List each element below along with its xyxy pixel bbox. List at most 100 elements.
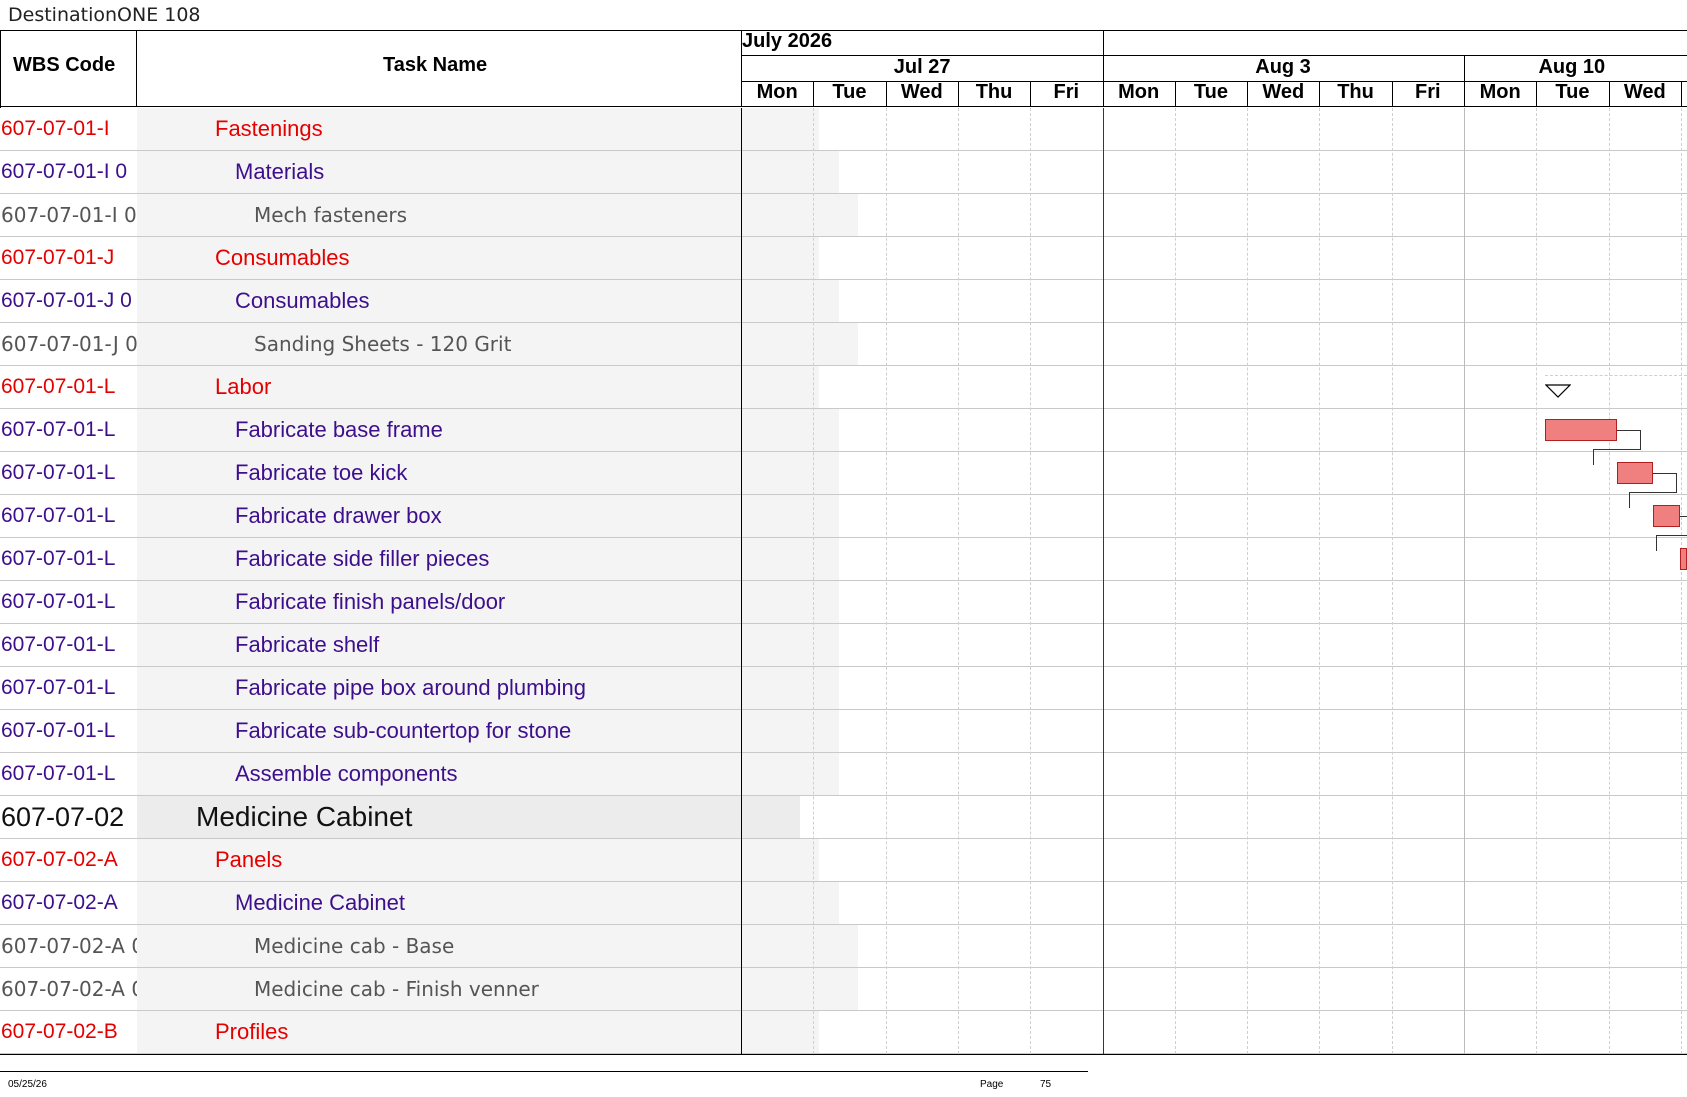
task-name-cell: Panels — [137, 839, 819, 881]
table-row[interactable]: 607-07-01-L Assemble components — [0, 753, 1687, 796]
wbs-code-cell: 607-07-01-L — [0, 710, 138, 752]
day-label: Tue — [1193, 81, 1228, 103]
day-gridline — [957, 108, 959, 1054]
footer-page-label: Page — [980, 1079, 1004, 1090]
task-name-cell: Profiles — [137, 1011, 819, 1053]
task-name-cell: Fabricate side filler pieces — [137, 538, 839, 580]
footer-rule — [0, 1071, 1088, 1072]
task-name-cell: Assemble components — [137, 753, 839, 795]
table-row[interactable]: 607-07-01-J Consumables — [0, 237, 1687, 280]
table-row[interactable]: 607-07-01-I 0 Materials — [0, 151, 1687, 194]
table-row[interactable]: 607-07-02-B Profiles — [0, 1011, 1687, 1054]
wbs-code-cell: 607-07-01-L — [0, 538, 138, 580]
task-name-cell: Fabricate toe kick — [137, 452, 839, 494]
gantt-grid: WBS Code Task Name July 2026 Jul 27 Aug 3… — [0, 30, 1687, 1055]
column-header-task[interactable]: Task Name — [383, 54, 487, 77]
task-bar[interactable] — [1545, 419, 1617, 441]
dependency-link — [1656, 535, 1680, 551]
task-name-cell: Fabricate finish panels/door — [137, 581, 839, 623]
day-label: Fri — [1415, 81, 1441, 103]
wbs-code-cell: 607-07-02-A 0 — [0, 968, 138, 1010]
day-label: Mon — [756, 81, 798, 103]
wbs-code-cell: 607-07-01-J 0 — [0, 280, 138, 322]
day-gridline — [1174, 108, 1176, 1054]
app-title: DestinationONE 108 — [8, 4, 201, 26]
wbs-code-cell: 607-07-01-L — [0, 452, 138, 494]
day-gridline — [1102, 108, 1104, 1054]
column-header-wbs[interactable]: WBS Code — [13, 54, 115, 77]
day-label: Thu — [1337, 81, 1374, 103]
table-row[interactable]: 607-07-01-L Labor — [0, 366, 1687, 409]
task-name-cell: Fabricate base frame — [137, 409, 839, 451]
day-header-separator — [1680, 81, 1682, 107]
task-name-cell: Fabricate drawer box — [137, 495, 839, 537]
task-name-cell: Fabricate sub-countertop for stone — [137, 710, 839, 752]
day-label: Tue — [1555, 81, 1590, 103]
task-name-cell: Fabricate pipe box around plumbing — [137, 667, 839, 709]
wbs-code-cell: 607-07-01-I 0 — [0, 151, 138, 193]
wbs-code-cell: 607-07-02-A — [0, 839, 138, 881]
day-gridline — [1319, 108, 1321, 1054]
day-label: Wed — [900, 81, 943, 103]
dependency-link — [1629, 492, 1653, 508]
task-name-cell: Medicine cab - Finish venner — [137, 968, 858, 1010]
wbs-code-cell: 607-07-02-A 0 — [0, 925, 138, 967]
table-row[interactable]: 607-07-01-J 0 Consumables — [0, 280, 1687, 323]
header-wbs-divider — [136, 30, 137, 107]
table-row[interactable]: 607-07-01-L Fabricate base frame — [0, 409, 1687, 452]
task-name-cell: Medicine cab - Base — [137, 925, 858, 967]
wbs-code-cell: 607-07-01-L — [0, 409, 138, 451]
task-name-cell: Medicine Cabinet — [137, 882, 839, 924]
task-name-cell: Materials — [137, 151, 839, 193]
table-row[interactable]: 607-07-01-L Fabricate drawer box — [0, 495, 1687, 538]
table-row[interactable]: 607-07-01-L Fabricate pipe box around plu… — [0, 667, 1687, 710]
task-name-cell: Fabricate shelf — [137, 624, 839, 666]
day-gridline — [1680, 108, 1682, 1054]
dependency-link — [1680, 516, 1687, 536]
day-gridline — [1608, 108, 1610, 1054]
day-gridline — [1391, 108, 1393, 1054]
table-row[interactable]: 607-07-02 Medicine Cabinet — [0, 796, 1687, 839]
wbs-code-cell: 607-07-01-L — [0, 624, 138, 666]
wbs-code-cell: 607-07-01-I 01 — [0, 194, 138, 236]
day-label: Mon — [1479, 81, 1521, 103]
wbs-code-cell: 607-07-01-L — [0, 753, 138, 795]
table-row[interactable]: 607-07-01-L Fabricate finish panels/door — [0, 581, 1687, 624]
table-row[interactable]: 607-07-02-A 0 Medicine cab - Base — [0, 925, 1687, 968]
footer-date: 05/25/26 — [8, 1079, 47, 1090]
table-row[interactable]: 607-07-01-J 01 Sanding Sheets - 120 Grit — [0, 323, 1687, 366]
table-row[interactable]: 607-07-01-L Fabricate shelf — [0, 624, 1687, 667]
wbs-code-cell: 607-07-02-B — [0, 1011, 138, 1053]
table-row[interactable]: 607-07-01-L Fabricate toe kick — [0, 452, 1687, 495]
day-gridline — [885, 108, 887, 1054]
task-name-cell: Labor — [137, 366, 819, 408]
summary-marker-icon[interactable] — [1544, 384, 1572, 403]
day-label: Thu — [975, 81, 1013, 103]
table-row[interactable]: 607-07-01-L Fabricate side filler pieces — [0, 538, 1687, 581]
wbs-code-cell: 607-07-01-I — [0, 108, 138, 150]
task-bar[interactable] — [1617, 462, 1653, 484]
task-name-cell: Fastenings — [137, 108, 819, 150]
day-label: Tue — [832, 81, 867, 103]
table-row[interactable]: 607-07-02-A Medicine Cabinet — [0, 882, 1687, 925]
wbs-code-cell: 607-07-01-J 01 — [0, 323, 138, 365]
table-row[interactable]: 607-07-01-L Fabricate sub-countertop for … — [0, 710, 1687, 753]
grid-bottom-border — [0, 1054, 1687, 1055]
wbs-code-cell: 607-07-02 — [0, 796, 138, 838]
task-name-cell: Consumables — [137, 280, 839, 322]
day-label: Wed — [1262, 81, 1305, 103]
table-row[interactable]: 607-07-01-I Fastenings — [0, 108, 1687, 151]
task-bar[interactable] — [1653, 505, 1680, 527]
week-label: Jul 27 — [893, 56, 951, 78]
task-bar[interactable] — [1680, 548, 1687, 570]
task-name-cell: Sanding Sheets - 120 Grit — [137, 323, 858, 365]
footer-page-number: 75 — [1040, 1079, 1052, 1090]
wbs-code-cell: 607-07-01-L — [0, 667, 138, 709]
wbs-code-cell: 607-07-01-L — [0, 495, 138, 537]
table-row[interactable]: 607-07-02-A 0 Medicine cab - Finish venne… — [0, 968, 1687, 1011]
table-row[interactable]: 607-07-01-I 01 Mech fasteners — [0, 194, 1687, 237]
table-row[interactable]: 607-07-02-A Panels — [0, 839, 1687, 882]
task-name-cell: Consumables — [137, 237, 819, 279]
week-label: Aug 3 — [1255, 56, 1311, 78]
chart-left-border — [741, 108, 742, 1054]
